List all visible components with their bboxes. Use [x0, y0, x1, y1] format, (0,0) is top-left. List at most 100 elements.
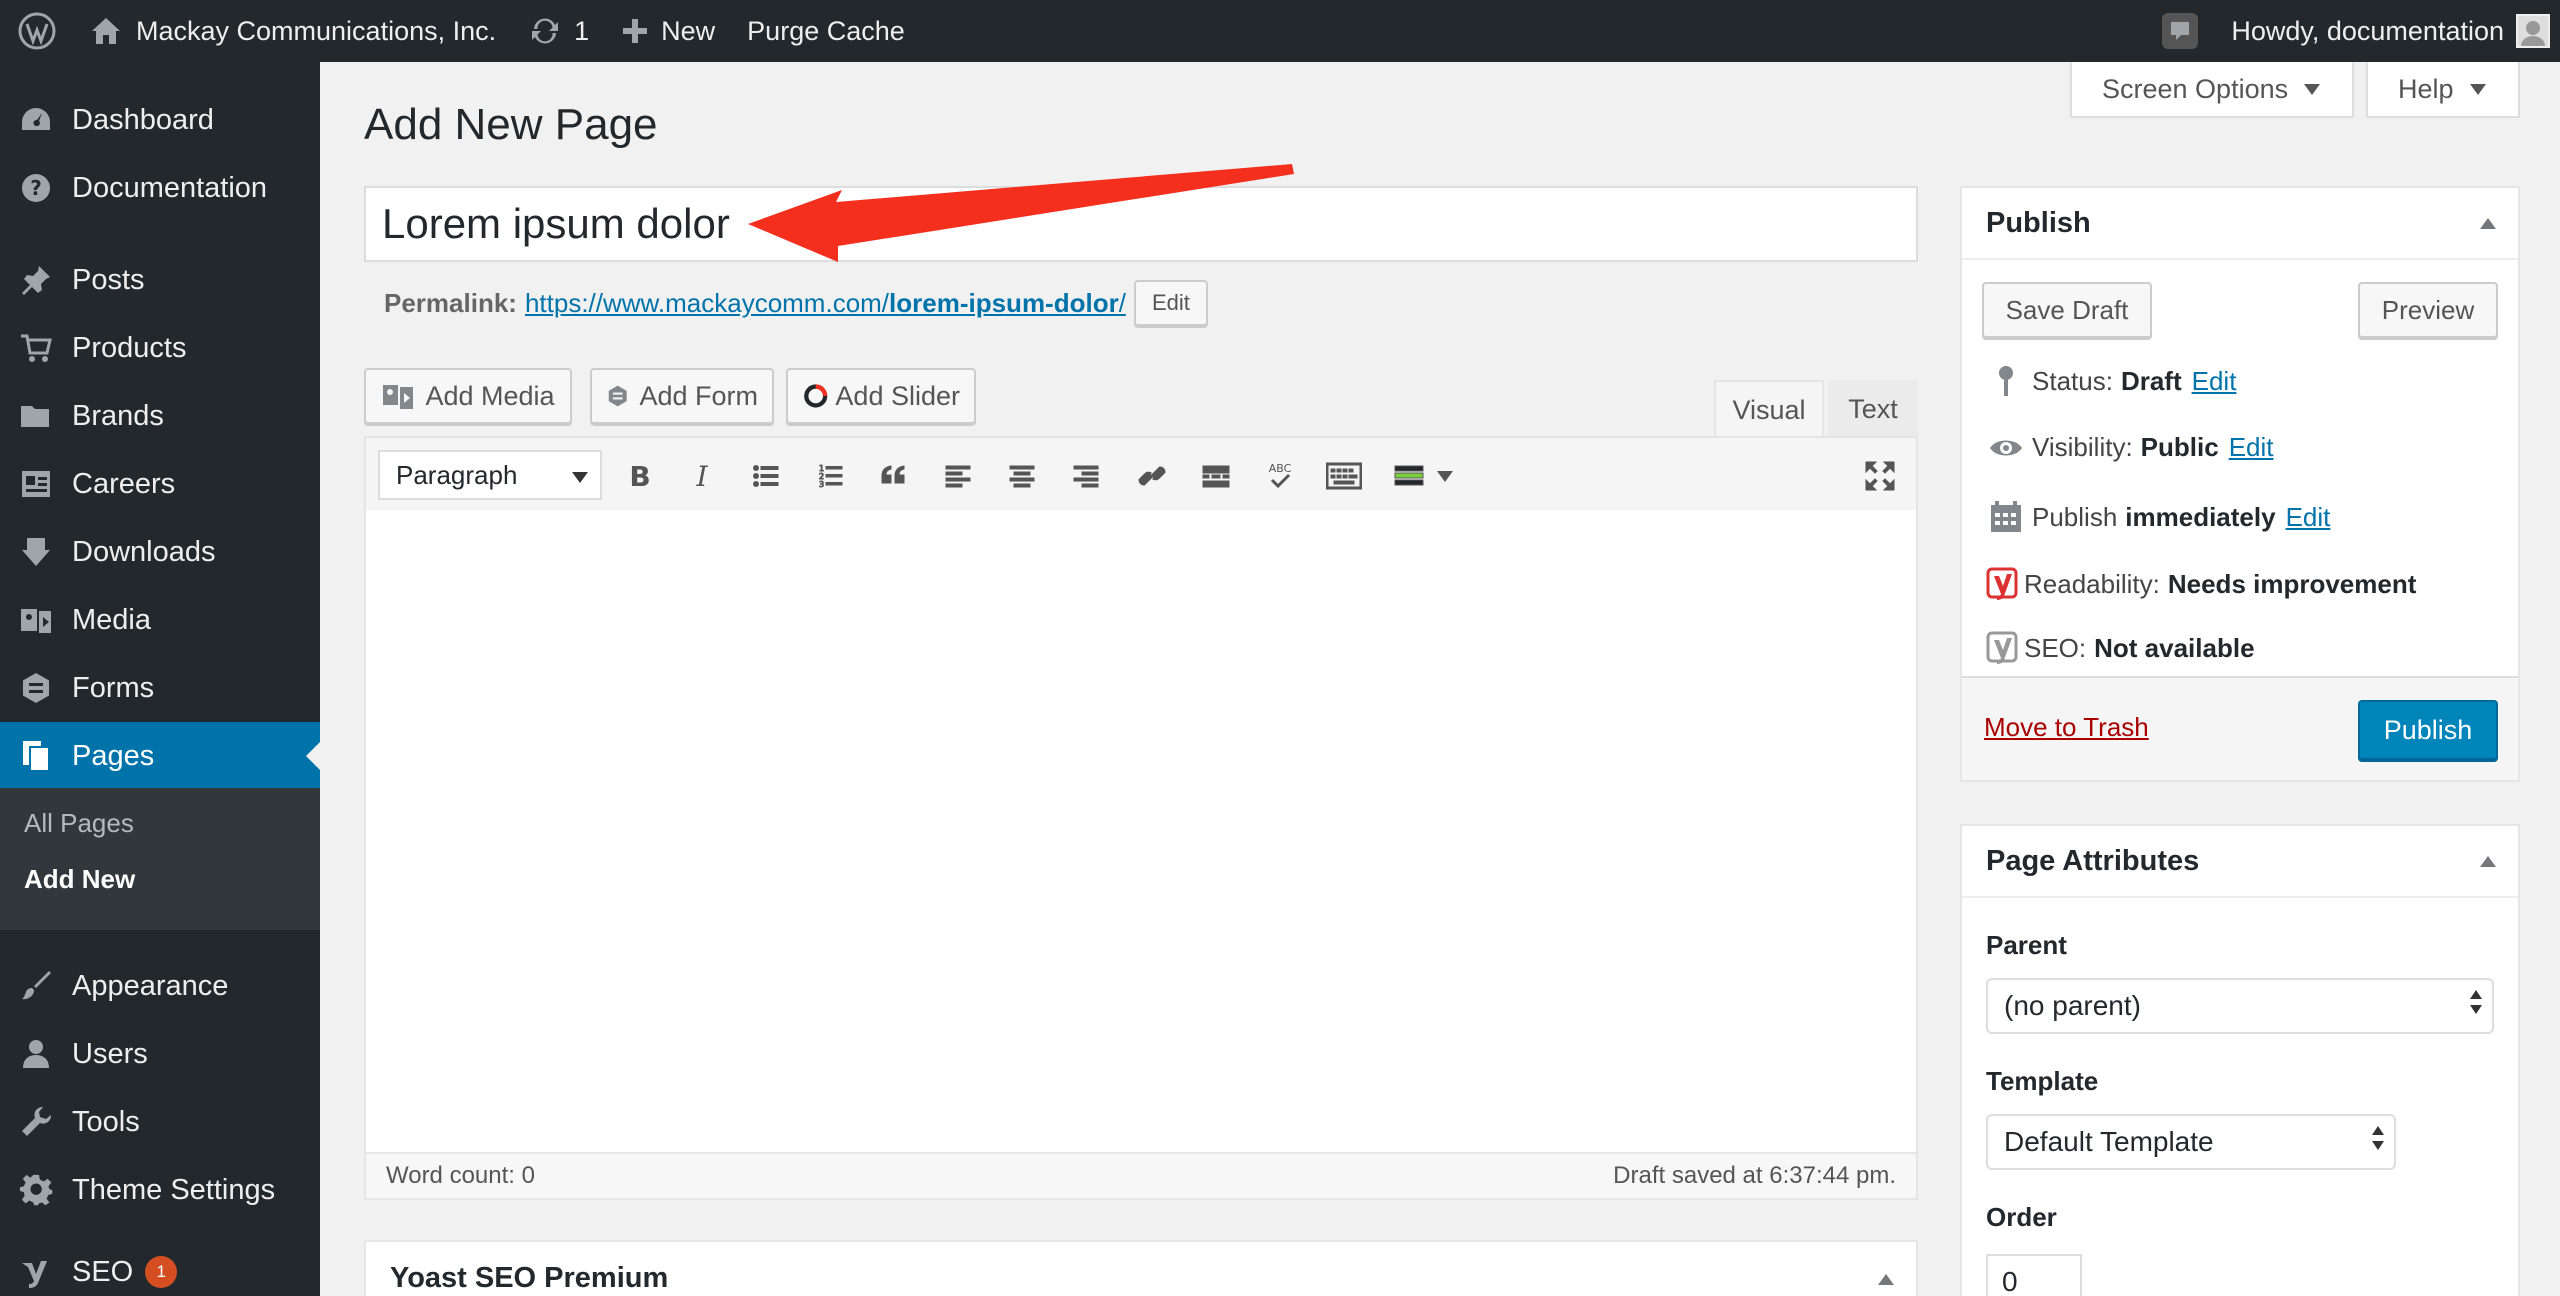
bold-button[interactable]: B [620, 456, 660, 496]
italic-button[interactable]: I [682, 456, 722, 496]
site-name-link[interactable]: Mackay Communications, Inc. [74, 0, 512, 62]
sidebar-item-brands[interactable]: Brands [0, 382, 320, 450]
sidebar-item-documentation[interactable]: ? Documentation [0, 154, 320, 222]
collapse-arrow-icon[interactable] [2480, 218, 2496, 229]
updates-link[interactable]: 1 [512, 0, 605, 62]
pin-icon [1999, 366, 2013, 396]
sidebar-item-careers[interactable]: Careers [0, 450, 320, 518]
home-icon [92, 18, 120, 44]
submenu-all-pages[interactable]: All Pages [24, 808, 134, 839]
parent-select[interactable]: (no parent) [1986, 978, 2494, 1034]
my-account-link[interactable]: Howdy, documentation [2215, 0, 2560, 62]
template-select[interactable]: Default Template [1986, 1114, 2396, 1170]
post-title-input[interactable]: Lorem ipsum dolor [364, 186, 1918, 262]
spellcheck-button[interactable]: ABC [1260, 456, 1300, 496]
screen-options-label: Screen Options [2102, 73, 2289, 104]
new-content-link[interactable]: New [605, 0, 731, 62]
sidebar-item-theme-settings[interactable]: Theme Settings [0, 1156, 320, 1224]
sidebar-item-label: Downloads [72, 535, 216, 568]
draft-saved-status: Draft saved at 6:37:44 pm. [1613, 1162, 1896, 1189]
add-form-button[interactable]: Add Form [590, 368, 774, 424]
sidebar-item-label: SEO [72, 1255, 134, 1288]
editor-content-area[interactable] [364, 510, 1918, 1154]
permalink-edit-button[interactable]: Edit [1133, 280, 1208, 326]
insert-link-button[interactable] [1132, 456, 1172, 496]
seo-notification-badge: 1 [145, 1256, 178, 1288]
spellcheck-icon: ABC [1269, 462, 1292, 489]
sidebar-item-appearance[interactable]: Appearance [0, 952, 320, 1020]
sidebar-item-posts[interactable]: Posts [0, 246, 320, 314]
page-title: Add New Page [364, 100, 658, 149]
publish-title-text: Publish [1986, 206, 2091, 239]
move-to-trash-link[interactable]: Move to Trash [1984, 712, 2149, 743]
publish-title[interactable]: Publish [1962, 188, 2518, 260]
post-title-value: Lorem ipsum dolor [382, 200, 730, 247]
speech-bubble-icon [2162, 13, 2199, 49]
sidebar-item-downloads[interactable]: Downloads [0, 518, 320, 586]
sidebar-item-label: Posts [72, 263, 145, 296]
yoast-icon [22, 1261, 47, 1288]
table-style-button[interactable] [1388, 456, 1458, 496]
sidebar-item-users[interactable]: Users [0, 1020, 320, 1088]
download-icon [22, 538, 50, 566]
bold-icon: B [629, 461, 650, 491]
page-attributes-title[interactable]: Page Attributes [1962, 826, 2518, 898]
yoast-seo-metabox[interactable]: Yoast SEO Premium [364, 1240, 1918, 1296]
align-center-button[interactable] [1002, 456, 1042, 496]
submenu-add-new[interactable]: Add New [24, 864, 135, 895]
admin-bar: Mackay Communications, Inc. 1 New Purge … [0, 0, 2560, 62]
visibility-edit-link[interactable]: Edit [2229, 432, 2274, 463]
sidebar-item-products[interactable]: Products [0, 314, 320, 382]
dashboard-icon [22, 108, 50, 130]
new-label: New [661, 15, 716, 46]
bulleted-list-button[interactable] [746, 456, 786, 496]
align-right-button[interactable] [1066, 456, 1106, 496]
tab-visual[interactable]: Visual [1714, 380, 1824, 438]
help-icon: ? [22, 174, 50, 202]
publish-date-value: immediately [2125, 501, 2276, 532]
purge-cache-link[interactable]: Purge Cache [731, 0, 921, 62]
blockquote-button[interactable] [874, 456, 914, 496]
fullscreen-button[interactable] [1860, 456, 1900, 496]
read-more-button[interactable] [1196, 456, 1236, 496]
permalink-link[interactable]: https://www.mackaycomm.com/lorem-ipsum-d… [525, 288, 1126, 319]
slider-revolution-icon [804, 384, 828, 408]
screen-options-button[interactable]: Screen Options [2070, 62, 2354, 118]
sidebar-item-media[interactable]: Media [0, 586, 320, 654]
wrench-icon [22, 1106, 52, 1136]
wordpress-logo-icon[interactable] [0, 0, 74, 62]
collapse-arrow-icon[interactable] [2480, 856, 2496, 867]
collapse-arrow-icon[interactable] [1878, 1274, 1894, 1285]
toolbar-toggle-button[interactable] [1324, 456, 1364, 496]
notifications-link[interactable] [2145, 0, 2215, 62]
help-button[interactable]: Help [2366, 62, 2520, 118]
publish-date-edit-link[interactable]: Edit [2286, 502, 2331, 533]
preview-button[interactable]: Preview [2358, 282, 2498, 338]
publish-date-label: Publish [2032, 501, 2118, 532]
save-draft-button[interactable]: Save Draft [1982, 282, 2152, 338]
add-media-button[interactable]: Add Media [364, 368, 572, 424]
sidebar-item-forms[interactable]: Forms [0, 654, 320, 722]
status-row: Status: Draft Edit [1986, 364, 2236, 398]
seo-row: SEO: Not available [1986, 630, 2255, 666]
sidebar-item-tools[interactable]: Tools [0, 1088, 320, 1156]
howdy-text: Howdy, documentation [2231, 15, 2504, 46]
sidebar-item-label: Forms [72, 671, 155, 704]
align-left-button[interactable] [938, 456, 978, 496]
status-edit-link[interactable]: Edit [2192, 366, 2237, 397]
add-slider-button[interactable]: Add Slider [786, 368, 976, 424]
parent-label: Parent [1986, 930, 2067, 960]
publish-button[interactable]: Publish [2358, 700, 2498, 760]
tab-text[interactable]: Text [1828, 380, 1918, 438]
permalink-slug: lorem-ipsum-dolor [889, 287, 1119, 318]
sidebar-item-dashboard[interactable]: Dashboard [0, 86, 320, 154]
format-select[interactable]: Paragraph [378, 450, 602, 500]
yoast-seo-icon [1986, 631, 2018, 664]
order-input[interactable]: 0 [1986, 1254, 2082, 1296]
sidebar-item-pages[interactable]: Pages [0, 722, 320, 790]
numbered-list-button[interactable]: 123 [810, 456, 850, 496]
sidebar-item-seo[interactable]: SEO 1 [0, 1238, 320, 1296]
yoast-readability-icon [1986, 567, 2018, 600]
purge-cache-label: Purge Cache [747, 15, 905, 46]
readability-value: Needs improvement [2167, 568, 2417, 599]
